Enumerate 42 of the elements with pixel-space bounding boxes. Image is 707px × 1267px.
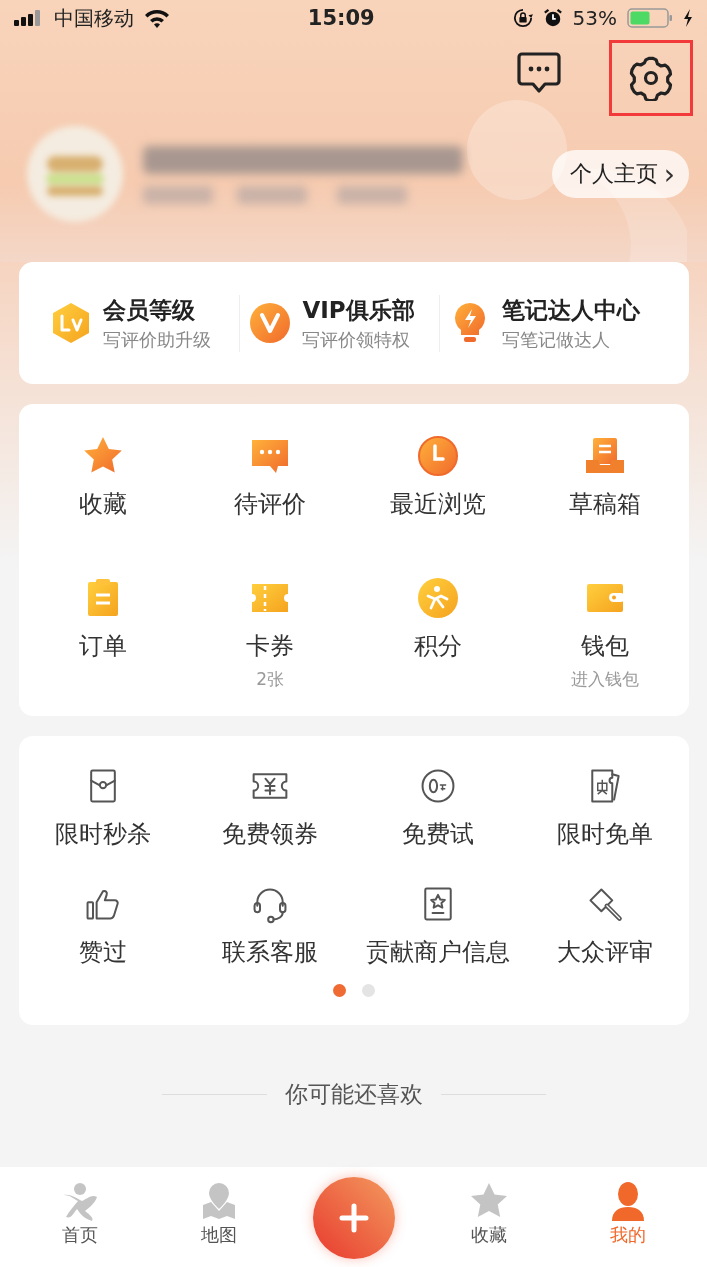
shortcut-item[interactable]: 卡券 2张	[186, 576, 354, 696]
add-button[interactable]	[312, 1177, 395, 1259]
chat-bubble-icon	[516, 51, 562, 95]
service-item[interactable]: 赞过	[19, 884, 187, 968]
tab[interactable]: 收藏	[443, 1180, 534, 1248]
page-dot[interactable]	[362, 984, 375, 997]
service-item[interactable]: 免费试	[354, 766, 522, 850]
settings-icon	[628, 55, 674, 101]
charging-bolt-icon	[683, 9, 693, 27]
tab[interactable]: 首页	[34, 1180, 125, 1248]
wifi-icon	[144, 8, 170, 28]
vip-badge-icon	[248, 301, 293, 345]
section-title: 你可能还喜欢	[285, 1080, 423, 1109]
running-figure-icon	[415, 576, 460, 620]
shortcut-item[interactable]: 待评价	[186, 434, 354, 554]
member-entry[interactable]: VIP俱乐部 写评价领特权	[240, 294, 440, 352]
shortcut-item[interactable]: 草稿箱	[521, 434, 689, 554]
service-item[interactable]: 限时秒杀	[19, 766, 187, 850]
page-dot[interactable]	[333, 984, 346, 997]
shortcut-item[interactable]: 积分	[354, 576, 522, 696]
service-item[interactable]: 限时免单	[521, 766, 689, 850]
clock-time: 15:09	[307, 6, 375, 30]
service-item[interactable]: 免费领券	[186, 766, 354, 850]
shortcut-item[interactable]: 订单	[19, 576, 187, 696]
member-entry[interactable]: 会员等级 写评价助升级	[49, 294, 241, 352]
shortcut-item[interactable]: 钱包 进入钱包	[521, 576, 689, 696]
clock-icon	[415, 434, 460, 478]
tab[interactable]: 地图	[173, 1180, 264, 1248]
member-entry[interactable]: 笔记达人中心 写笔记做达人	[439, 294, 675, 352]
service-item[interactable]: 贡献商户信息	[354, 884, 522, 968]
settings-button[interactable]	[609, 40, 693, 116]
profile-button[interactable]: 个人主页 ›	[551, 150, 689, 198]
rotation-lock-icon	[512, 8, 533, 28]
shortcut-item[interactable]: 收藏	[19, 434, 187, 554]
shortcut-item[interactable]: 最近浏览	[354, 434, 522, 554]
service-item[interactable]: 联系客服	[186, 884, 354, 968]
alarm-clock-icon	[542, 8, 563, 28]
battery-percent: 53%	[572, 6, 617, 30]
service-item[interactable]: 大众评审	[521, 884, 689, 968]
battery-icon	[627, 8, 673, 28]
plus-icon	[338, 1203, 369, 1233]
carrier-name: 中国移动	[54, 4, 134, 32]
